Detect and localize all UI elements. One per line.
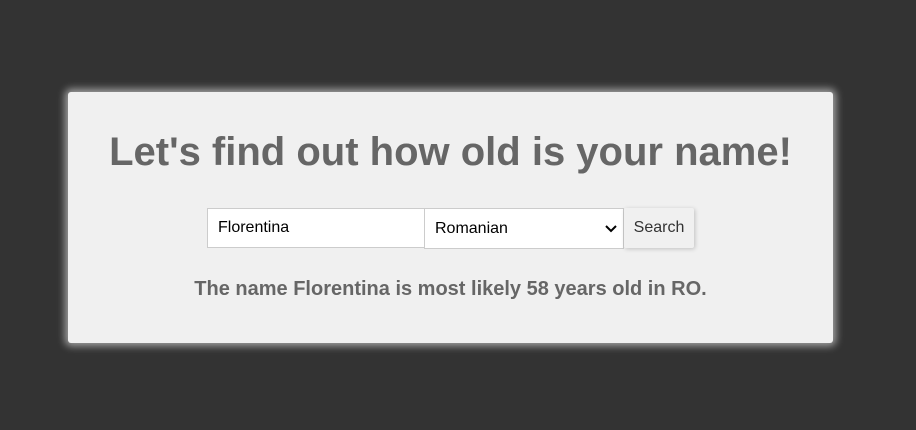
name-age-card: Let's find out how old is your name! Rom… [68,92,833,343]
language-select-value: Romanian [435,219,508,237]
chevron-down-icon [599,208,623,249]
name-input[interactable] [207,208,425,248]
page-title: Let's find out how old is your name! [109,130,792,174]
result-text: The name Florentina is most likely 58 ye… [194,278,707,300]
search-button[interactable]: Search [624,208,694,248]
language-select[interactable]: Romanian [424,208,624,249]
